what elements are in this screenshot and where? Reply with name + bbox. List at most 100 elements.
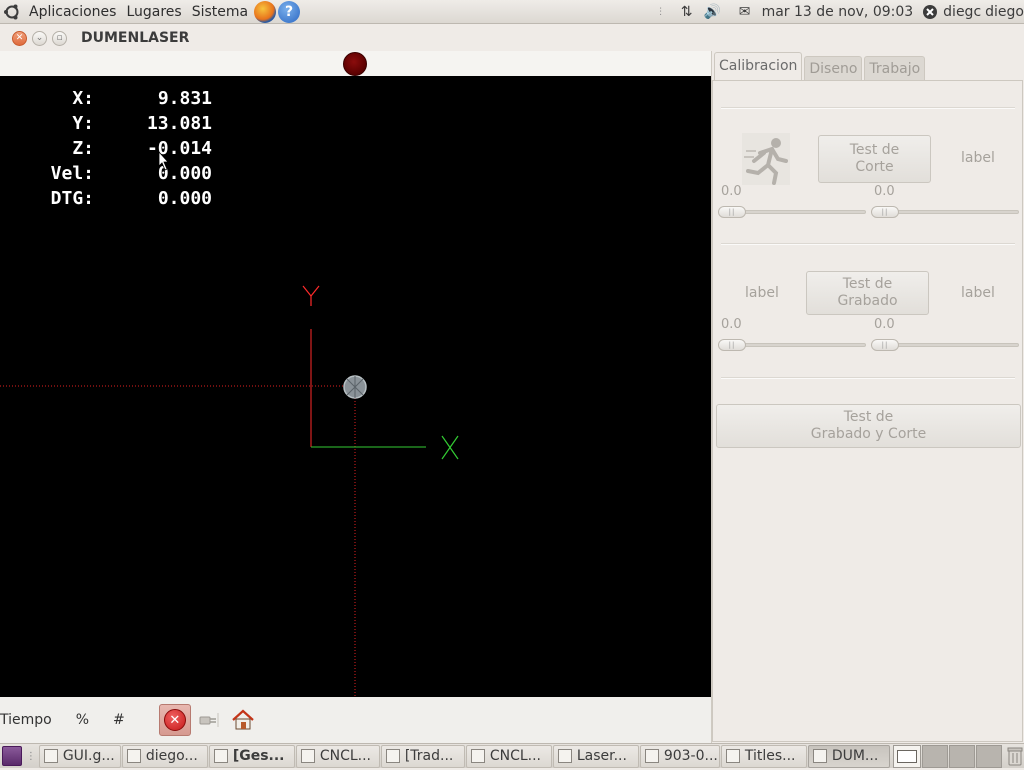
tab-calibracion[interactable]: Calibracion	[714, 52, 803, 81]
x-axis-label-glyph	[441, 435, 459, 460]
ubuntu-logo-icon[interactable]	[0, 0, 24, 24]
hash-label: #	[113, 712, 125, 728]
test-corte-line1: Test de	[849, 142, 900, 158]
section2-scale-right-knob[interactable]: ||	[871, 339, 899, 351]
workspace-4[interactable]	[975, 744, 1003, 768]
estop-led-icon	[343, 52, 367, 76]
test-corte-button[interactable]: Test de Corte	[818, 135, 931, 183]
taskbar-item-label: Laser...	[576, 748, 627, 764]
status-row: Tiempo % # ✕	[0, 697, 711, 743]
tab-trabajo[interactable]: Trabajo	[864, 56, 926, 81]
window-icon	[644, 749, 659, 763]
section1-scale-right-value: 0.0	[874, 184, 895, 199]
network-icon[interactable]: ⇅	[678, 3, 696, 21]
taskbar-item[interactable]: CNCL...	[465, 744, 552, 768]
workspace-2[interactable]	[921, 744, 948, 768]
window-titlebar: ✕ ⌄ ▫ DUMENLASER	[0, 25, 1024, 51]
taskbar-item[interactable]: Titles...	[720, 744, 807, 768]
tool-position-marker	[343, 375, 367, 399]
section2-scale-right-value: 0.0	[874, 317, 895, 332]
taskbar-item-label: Titles...	[744, 748, 796, 764]
section2-scale-left-knob[interactable]: ||	[718, 339, 746, 351]
window-icon	[43, 749, 58, 763]
power-plug-icon	[199, 713, 219, 727]
menu-aplicaciones[interactable]: Aplicaciones	[24, 0, 121, 24]
right-notebook: Calibracion Diseno Trabajo Test de Corte …	[711, 51, 1024, 743]
taskbar-item-label: diego...	[145, 748, 198, 764]
estop-x-icon: ✕	[163, 709, 186, 731]
minimize-window-button[interactable]: ⌄	[32, 30, 47, 46]
separator	[721, 377, 1015, 379]
test-grabado-line2: Grabado	[837, 293, 898, 309]
taskbar-item[interactable]: [Ges...	[208, 744, 295, 768]
machine-power-button[interactable]	[193, 704, 225, 736]
section1-scale-right-knob[interactable]: ||	[871, 206, 899, 218]
taskbar-item[interactable]: [Trad...	[380, 744, 465, 768]
taskbar-item[interactable]: Laser...	[552, 744, 639, 768]
workspace-1[interactable]	[892, 744, 921, 768]
user-name-2[interactable]: diego	[985, 4, 1024, 20]
home-icon	[232, 709, 254, 730]
test-corte-line2: Corte	[855, 159, 894, 175]
separator	[721, 243, 1015, 245]
window-icon	[300, 749, 315, 763]
bottom-taskbar: ⋮ GUI.g... diego... [Ges... CNCL... [Trad...…	[0, 743, 1024, 768]
toolpath-preview[interactable]: X: 9.831 Y: 13.081 Z: -0.014 Vel: 0.000 DTG: 0.00…	[0, 76, 711, 697]
window-title: DUMENLASER	[81, 30, 190, 46]
mouse-pointer-icon	[158, 150, 169, 171]
taskbar-handle-icon: ⋮	[25, 750, 36, 762]
y-axis-label-glyph	[302, 285, 320, 306]
section2-label-left: label	[745, 285, 779, 301]
clock[interactable]: mar 13 de nov, 09:03	[762, 4, 914, 20]
section1-scale-left-value: 0.0	[721, 184, 742, 199]
taskbar-item[interactable]: CNCL...	[295, 744, 380, 768]
help-icon[interactable]: ?	[278, 0, 301, 23]
taskbar-item[interactable]: diego...	[121, 744, 208, 768]
percent-label: %	[75, 712, 90, 728]
mail-icon[interactable]: ✉	[736, 3, 754, 21]
task-list: GUI.g... diego... [Ges... CNCL... [Trad... CN…	[38, 744, 891, 768]
test-grabado-y-corte-line1: Test de	[843, 409, 894, 425]
test-grabado-button[interactable]: Test de Grabado	[806, 271, 929, 315]
window-icon	[812, 749, 827, 763]
taskbar-item-label: [Ges...	[232, 748, 285, 764]
test-grabado-y-corte-line2: Grabado y Corte	[810, 426, 927, 442]
window-icon	[725, 749, 740, 763]
drag-handle-icon: ⋮	[656, 7, 666, 17]
window-icon	[470, 749, 485, 763]
home-button[interactable]	[227, 704, 259, 736]
taskbar-item-label: GUI.g...	[62, 748, 115, 764]
estop-button[interactable]: ✕	[158, 704, 191, 736]
taskbar-item[interactable]: 903-0...	[639, 744, 720, 768]
tiempo-label: Tiempo	[0, 712, 52, 728]
test-grabado-y-corte-button[interactable]: Test de Grabado y Corte	[716, 404, 1021, 448]
window-icon	[126, 749, 141, 763]
tab-diseno[interactable]: Diseno	[804, 56, 863, 81]
runner-icon	[742, 133, 790, 185]
taskbar-item[interactable]: DUM...	[807, 744, 890, 768]
menu-lugares[interactable]: Lugares	[121, 0, 186, 24]
preview-canvas	[0, 150, 459, 697]
workspace-3[interactable]	[948, 744, 975, 768]
window-icon	[557, 749, 572, 763]
panel-tray: ⋮ ⇅ 🔊 ✉ mar 13 de nov, 09:03 diegc diego	[648, 0, 1024, 24]
calibracion-panel: Test de Corte label 0.0 0.0 || || label T…	[712, 80, 1023, 742]
session-icon[interactable]	[921, 3, 939, 21]
section1-scale-left-knob[interactable]: ||	[718, 206, 746, 218]
taskbar-item-label: [Trad...	[404, 748, 454, 764]
menu-sistema[interactable]: Sistema	[187, 0, 253, 24]
maximize-window-button[interactable]: ▫	[52, 30, 67, 46]
show-desktop-icon[interactable]	[2, 746, 22, 766]
taskbar-item[interactable]: GUI.g...	[38, 744, 121, 768]
firefox-icon[interactable]	[254, 0, 277, 23]
close-window-button[interactable]: ✕	[12, 30, 27, 46]
window-icon	[385, 749, 400, 763]
user-name-1[interactable]: diegc	[943, 4, 981, 20]
taskbar-item-label: 903-0...	[663, 748, 718, 764]
test-grabado-line1: Test de	[842, 276, 893, 292]
trash-icon[interactable]	[1006, 746, 1024, 766]
separator	[721, 107, 1015, 109]
section2-scale-left-value: 0.0	[721, 317, 742, 332]
volume-icon[interactable]: 🔊	[704, 3, 722, 21]
section1-label-right: label	[961, 150, 995, 166]
